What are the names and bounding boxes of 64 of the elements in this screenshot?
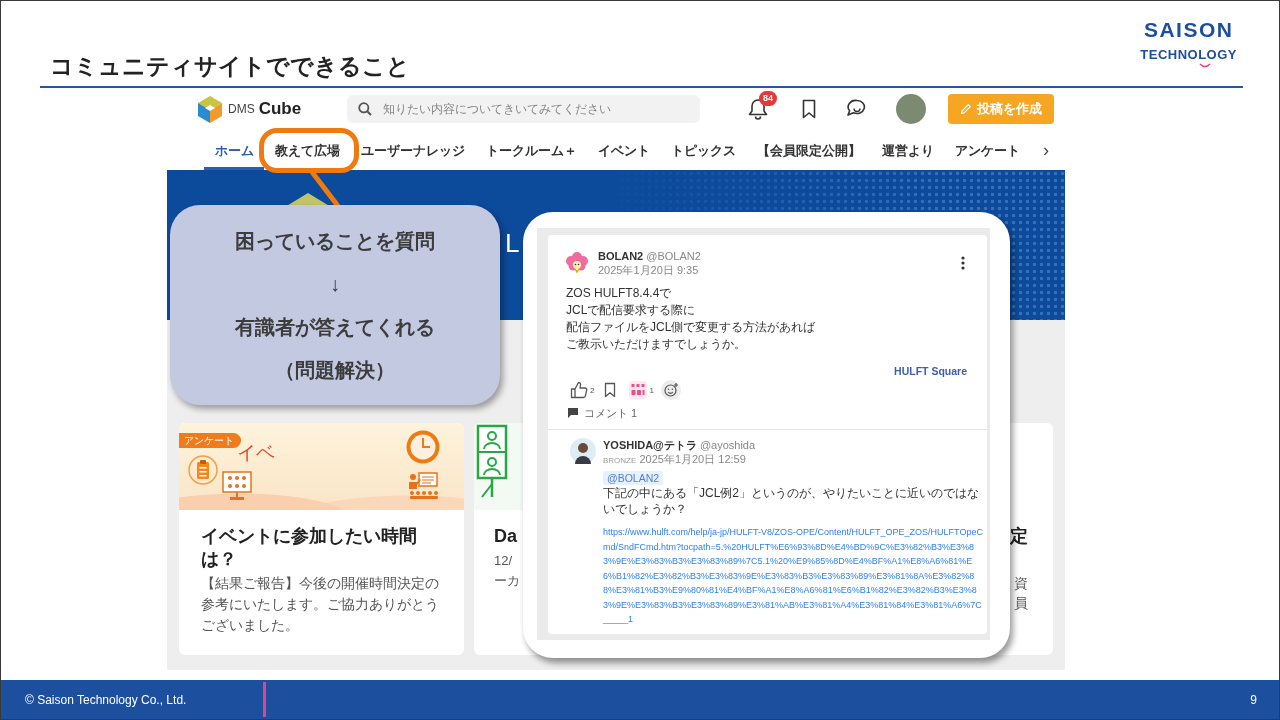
copyright: © Saison Technology Co., Ltd. (25, 692, 188, 707)
nav-tab[interactable]: 運営より (871, 130, 944, 170)
user-avatar-icon[interactable] (570, 438, 596, 464)
search-icon[interactable] (358, 102, 372, 116)
slide-title: コミュニティサイトでできること (50, 52, 410, 81)
nav-tab[interactable]: イベント (587, 130, 660, 170)
flower-avatar-icon[interactable] (566, 252, 588, 274)
nav-tab[interactable]: トピックス (660, 130, 746, 170)
author-name[interactable]: YOSHIDA@テトラ (603, 439, 697, 451)
sticker-icon[interactable] (629, 381, 648, 399)
nav-tab[interactable]: アンケート (944, 130, 1030, 170)
more-icon[interactable] (961, 256, 965, 270)
author-handle: @BOLAN2 (646, 250, 701, 262)
logo-wordmark: SAISON (1143, 18, 1234, 42)
card-title: 定 (1010, 525, 1028, 548)
card-title: Da (494, 525, 517, 548)
hero-title: L (505, 228, 520, 258)
clock-icon (406, 430, 440, 464)
card-description: 員 (1014, 594, 1028, 613)
user-avatar[interactable] (896, 94, 926, 124)
card-description: 12/ (494, 552, 513, 570)
thumbs-up-icon[interactable] (570, 381, 588, 399)
leader-line (307, 171, 343, 207)
presenter-icon (407, 472, 439, 500)
nav-tab[interactable]: 教えて広場 (264, 130, 350, 170)
page-number: 9 (1250, 692, 1257, 707)
rank-label: BRONZE (603, 456, 637, 465)
clipboard-icon (188, 455, 218, 485)
brand-prefix: DMS (228, 102, 255, 116)
comment-date: 2025年1月20日 12:59 (639, 453, 746, 465)
nav-tab[interactable]: 【会員限定公開】 (746, 130, 871, 170)
card-description: ーカ (494, 572, 520, 590)
bookmark-icon[interactable] (604, 382, 617, 398)
card-title: イベントに参加したい時間は？ (201, 525, 418, 571)
author-name[interactable]: BOLAN2 (598, 250, 644, 262)
monitor-icon (222, 471, 252, 501)
post-date: 2025年1月20日 9:35 (598, 263, 700, 277)
search-field[interactable]: 知りたい内容についてきいてみてください (347, 95, 700, 123)
comment-count[interactable]: コメント 1 (584, 406, 638, 420)
logo-tagline: TECHNOLOGY (1140, 47, 1237, 63)
nav-tab[interactable]: トークルーム＋ (475, 130, 587, 170)
mention-tag[interactable]: @BOLAN2 (603, 471, 664, 485)
category-badge: アンケート (179, 433, 241, 448)
callout-text: 困っていることを質問 ↓ 有識者が答えてくれる （問題解決） (235, 229, 435, 383)
add-reaction-icon[interactable] (660, 380, 681, 400)
nav-scroll-button[interactable]: › (1039, 130, 1053, 170)
sticker-count: 1 (649, 385, 654, 395)
source-link[interactable]: HULFT Square (894, 365, 967, 377)
brand-name: Cube (258, 99, 302, 119)
like-count: 2 (590, 385, 595, 395)
cube-logo-icon[interactable] (198, 95, 222, 123)
chat-icon[interactable] (845, 99, 867, 119)
author-handle: @ayoshida (699, 439, 756, 451)
card-description: 資 (1014, 574, 1028, 593)
link[interactable]: https://www.hulft.com/help/ja-jp/HULFT-V8/ZOS-OPE/Content/HULFT_OPE_ZOS/HULFTOpeCmd/SndFCmd.htm?tocpath=5.%20HULFT%E6%93%8D%E4%BD%9C%E3%82%B3%E3%83%9E%E3%83%B3%E3%83%89%7C5.1%20%E9%85%8D%E4%BF%A1%E8%A6%81%E6%B1%82%E3%82%B3%E3%83%9E%E3%83%B3%E3%83%89%E3%81%8A%E3%82%88%E3%81%B3%E9%80%81%E4%BF%A1%E8%A6%81%E6%B1%82%E3%82%B3%E3%83%9E%E3%83%B3%E3%83%89%E3%81%AB%E3%81%A4%E3%81%84%E3%81%A6%7C_____1 (603, 525, 983, 627)
card-description: 【結果ご報告】今後の開催時間決定の参考にいたします。ご協力ありがとうございました。 (201, 574, 440, 635)
smile-icon (1199, 63, 1211, 68)
comment-text: 下記の中にある「JCL例2」というのが、やりたいことに近いのではないでしょうか？ (603, 485, 980, 517)
pencil-icon (960, 103, 972, 115)
bookmark-icon[interactable] (802, 99, 816, 119)
notification-badge: 84 (759, 91, 777, 106)
comment-icon (568, 408, 578, 418)
post-body: ZOS HULFT8.4.4で JCLで配信要求する際に 配信ファイルをJCL側で変更する方法があれば ご教示いただけますでしょうか。 (566, 285, 817, 353)
nav-tab[interactable]: ユーザーナレッジ (350, 130, 475, 170)
